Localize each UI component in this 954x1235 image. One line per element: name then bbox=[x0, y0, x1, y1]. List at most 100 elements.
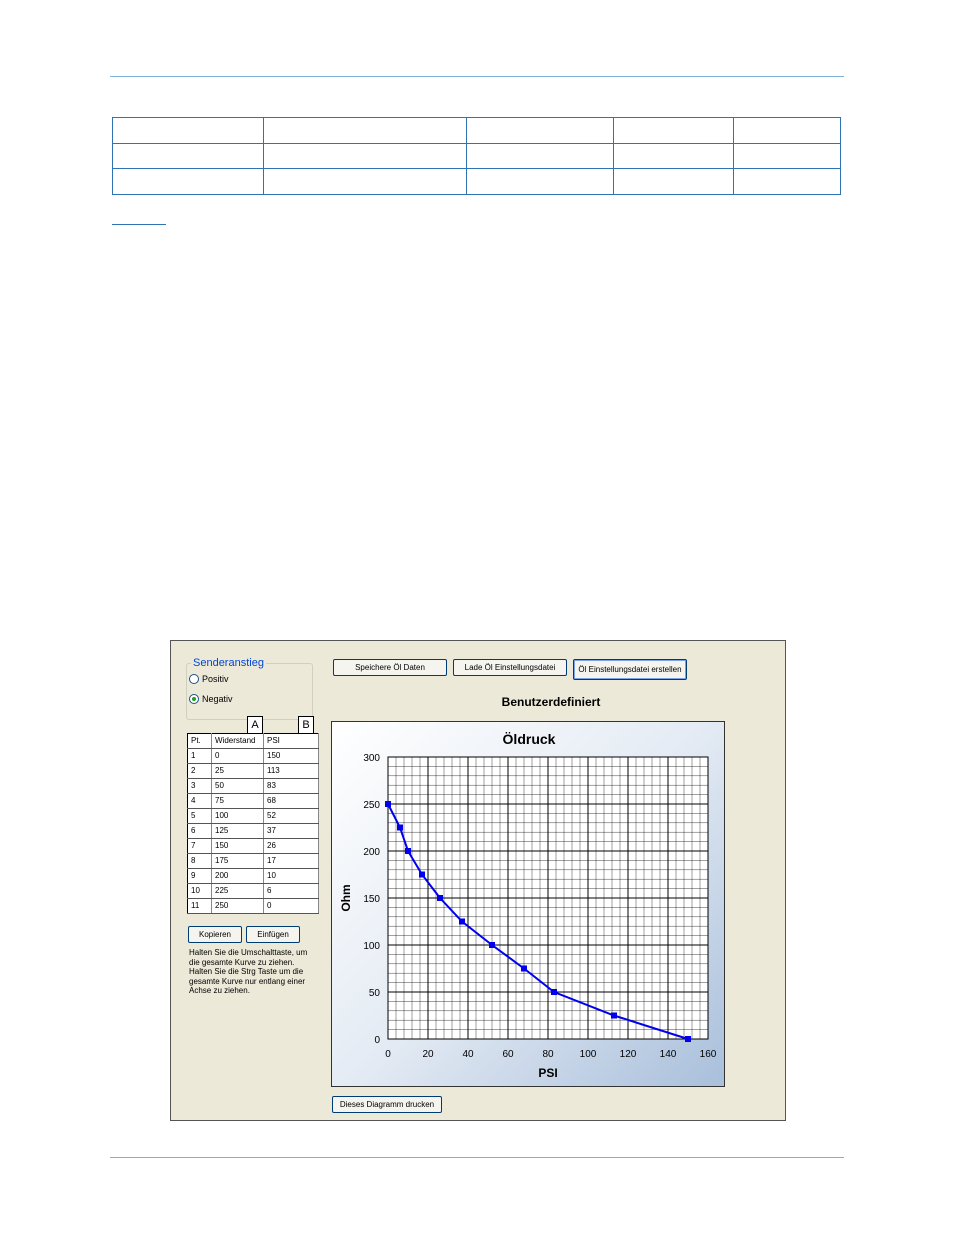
table-header-row: Pt. Widerstand PSI bbox=[187, 733, 319, 749]
table-cell[interactable]: 11 bbox=[187, 898, 212, 914]
data-point[interactable] bbox=[437, 895, 443, 901]
radio-icon[interactable] bbox=[189, 674, 199, 684]
chart-svg[interactable]: 0 20 40 60 80 100 120 140 160 0 50 100 150 200 250 300 Ö… bbox=[332, 722, 726, 1088]
x-tick-label: 60 bbox=[502, 1049, 514, 1060]
table-cell[interactable]: 26 bbox=[263, 838, 319, 854]
x-tick-label: 120 bbox=[620, 1049, 637, 1060]
y-tick-label: 250 bbox=[363, 800, 380, 811]
radio-negative-label: Negativ bbox=[202, 694, 233, 704]
data-point[interactable] bbox=[405, 848, 411, 854]
copy-button[interactable]: Kopieren bbox=[188, 926, 242, 943]
table-cell[interactable]: 175 bbox=[211, 853, 264, 869]
table-row[interactable]: 6 125 37 bbox=[187, 823, 319, 839]
table-cell[interactable]: 4 bbox=[187, 793, 212, 809]
table-row[interactable]: 3 50 83 bbox=[187, 778, 319, 794]
data-point[interactable] bbox=[489, 942, 495, 948]
create-oil-settings-button[interactable]: Öl Einstellungsdatei erstellen bbox=[573, 659, 687, 680]
table-row[interactable]: 10 225 6 bbox=[187, 883, 319, 899]
data-point[interactable] bbox=[459, 918, 465, 925]
table-cell[interactable]: 25 bbox=[211, 763, 264, 779]
save-oil-data-button[interactable]: Speichere Öl Daten bbox=[333, 659, 447, 676]
x-axis-label: PSI bbox=[538, 1066, 557, 1080]
table-cell[interactable]: 3 bbox=[187, 778, 212, 794]
table-cell[interactable]: 50 bbox=[211, 778, 264, 794]
radio-checked-icon[interactable] bbox=[189, 694, 199, 704]
x-tick-label: 20 bbox=[422, 1049, 434, 1060]
paste-button[interactable]: Einfügen bbox=[246, 926, 300, 943]
oil-pressure-chart[interactable]: 0 20 40 60 80 100 120 140 160 0 50 100 150 200 250 300 Ö… bbox=[331, 721, 725, 1087]
table-cell[interactable]: 2 bbox=[187, 763, 212, 779]
table-cell[interactable]: 113 bbox=[263, 763, 319, 779]
table-cell[interactable]: 37 bbox=[263, 823, 319, 839]
table-row[interactable]: 11 250 0 bbox=[187, 898, 319, 914]
chart-subtitle: Benutzerdefiniert bbox=[501, 695, 601, 709]
table-cell[interactable]: 83 bbox=[263, 778, 319, 794]
data-point[interactable] bbox=[551, 989, 557, 995]
marker-a: A bbox=[247, 716, 263, 734]
sender-slope-group bbox=[186, 663, 313, 720]
x-tick-label: 80 bbox=[542, 1049, 554, 1060]
footer-rule bbox=[110, 1157, 844, 1158]
empty-table bbox=[112, 117, 841, 195]
table-cell[interactable]: 100 bbox=[211, 808, 264, 824]
table-cell[interactable]: 10 bbox=[263, 868, 319, 884]
data-point[interactable] bbox=[685, 1036, 691, 1042]
data-point[interactable] bbox=[419, 871, 425, 878]
table-row[interactable]: 8 175 17 bbox=[187, 853, 319, 869]
column-header: Pt. bbox=[187, 733, 212, 749]
chart-title: Öldruck bbox=[503, 731, 556, 747]
table-cell[interactable]: 5 bbox=[187, 808, 212, 824]
column-header: PSI bbox=[263, 733, 319, 749]
sender-data-table[interactable]: Pt. Widerstand PSI 1 0 150 2 25 113 3 50 83 4 75 68 5 10… bbox=[187, 733, 319, 914]
x-tick-label: 140 bbox=[660, 1049, 677, 1060]
table-row[interactable]: 1 0 150 bbox=[187, 748, 319, 764]
table-cell[interactable]: 0 bbox=[263, 898, 319, 914]
table-row[interactable]: 2 25 113 bbox=[187, 763, 319, 779]
x-tick-label: 100 bbox=[580, 1049, 597, 1060]
radio-positive[interactable]: Positiv bbox=[189, 674, 229, 684]
table-cell[interactable]: 8 bbox=[187, 853, 212, 869]
underline-mark bbox=[112, 224, 166, 225]
table-cell[interactable]: 6 bbox=[263, 883, 319, 899]
radio-positive-label: Positiv bbox=[202, 674, 229, 684]
table-cell[interactable]: 10 bbox=[187, 883, 212, 899]
table-cell[interactable]: 6 bbox=[187, 823, 212, 839]
column-header: Widerstand bbox=[211, 733, 264, 749]
table-cell[interactable]: 250 bbox=[211, 898, 264, 914]
print-chart-button[interactable]: Dieses Diagramm drucken bbox=[332, 1096, 442, 1113]
table-row[interactable]: 5 100 52 bbox=[187, 808, 319, 824]
data-point[interactable] bbox=[385, 801, 391, 807]
oil-settings-window: Senderanstieg Positiv Negativ A B Pt. Wid… bbox=[170, 640, 786, 1121]
table-cell[interactable]: 68 bbox=[263, 793, 319, 809]
y-tick-label: 100 bbox=[363, 941, 380, 952]
y-tick-label: 200 bbox=[363, 847, 380, 858]
table-cell[interactable]: 1 bbox=[187, 748, 212, 764]
table-cell[interactable]: 75 bbox=[211, 793, 264, 809]
data-point[interactable] bbox=[611, 1012, 617, 1019]
load-oil-settings-button[interactable]: Lade Öl Einstellungsdatei bbox=[453, 659, 567, 676]
table-cell[interactable]: 52 bbox=[263, 808, 319, 824]
x-tick-label: 0 bbox=[385, 1049, 391, 1060]
table-row[interactable]: 4 75 68 bbox=[187, 793, 319, 809]
data-point[interactable] bbox=[521, 965, 527, 972]
table-cell[interactable]: 200 bbox=[211, 868, 264, 884]
y-axis-label: Ohm bbox=[339, 884, 353, 911]
table-cell[interactable]: 225 bbox=[211, 883, 264, 899]
y-tick-label: 150 bbox=[363, 894, 380, 905]
table-cell[interactable]: 0 bbox=[211, 748, 264, 764]
table-cell[interactable]: 150 bbox=[263, 748, 319, 764]
group-title: Senderanstieg bbox=[191, 657, 266, 669]
radio-negative[interactable]: Negativ bbox=[189, 694, 233, 704]
table-cell[interactable]: 150 bbox=[211, 838, 264, 854]
y-tick-label: 300 bbox=[363, 753, 380, 764]
table-cell[interactable]: 9 bbox=[187, 868, 212, 884]
table-cell[interactable]: 7 bbox=[187, 838, 212, 854]
table-row[interactable]: 7 150 26 bbox=[187, 838, 319, 854]
table-cell[interactable]: 125 bbox=[211, 823, 264, 839]
x-tick-label: 40 bbox=[462, 1049, 474, 1060]
table-row[interactable]: 9 200 10 bbox=[187, 868, 319, 884]
data-point[interactable] bbox=[397, 824, 403, 831]
table-cell[interactable]: 17 bbox=[263, 853, 319, 869]
y-tick-label: 0 bbox=[374, 1035, 380, 1046]
header-rule bbox=[110, 76, 844, 77]
